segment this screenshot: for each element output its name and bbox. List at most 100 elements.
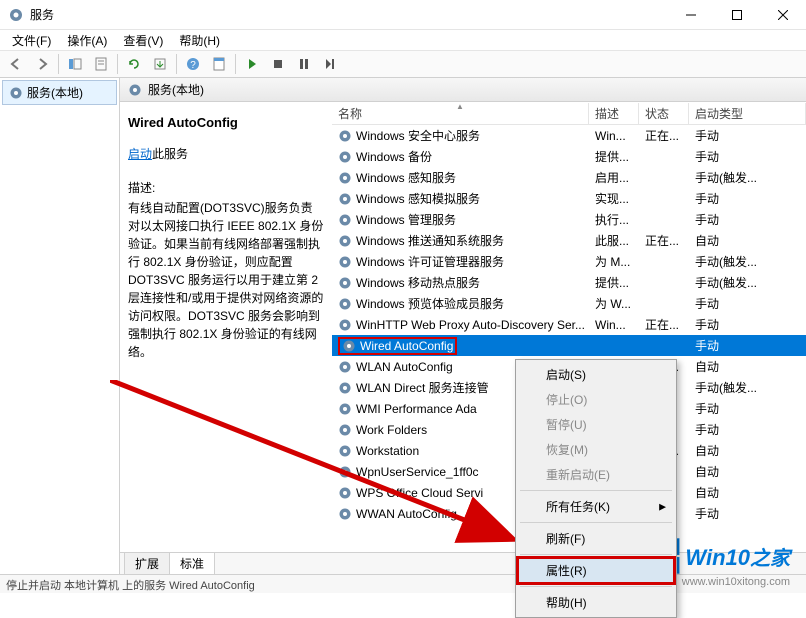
maximize-button[interactable] [714, 0, 760, 29]
forward-button[interactable] [30, 53, 54, 75]
service-icon [338, 423, 352, 437]
properties-button[interactable] [89, 53, 113, 75]
service-name: Work Folders [356, 423, 427, 437]
tree-root-item[interactable]: 服务(本地) [2, 80, 117, 105]
service-type: 手动 [689, 190, 806, 207]
menu-action[interactable]: 操作(A) [59, 30, 115, 51]
service-row[interactable]: Windows 备份提供...手动 [332, 146, 806, 167]
help-button[interactable]: ? [181, 53, 205, 75]
service-name: WLAN Direct 服务连接管 [356, 379, 489, 396]
service-type: 自动 [689, 358, 806, 375]
service-status: 正在... [639, 127, 689, 144]
service-name: Windows 感知服务 [356, 169, 456, 186]
service-desc: 为 M... [589, 253, 639, 270]
service-row[interactable]: Windows 感知模拟服务实现...手动 [332, 188, 806, 209]
service-desc: 为 W... [589, 295, 639, 312]
col-name[interactable]: 名称▲ [332, 103, 589, 124]
service-type: 手动(触发... [689, 379, 806, 396]
service-icon [338, 171, 352, 185]
service-row[interactable]: Windows 安全中心服务Win...正在...手动 [332, 125, 806, 146]
service-row[interactable]: Wired AutoConfig手动 [332, 335, 806, 356]
menu-resume: 恢复(M) [518, 437, 674, 462]
menu-view[interactable]: 查看(V) [115, 30, 171, 51]
service-desc: 提供... [589, 274, 639, 291]
service-name: Windows 感知模拟服务 [356, 190, 480, 207]
menu-all-tasks[interactable]: 所有任务(K)▶ [518, 494, 674, 519]
sort-ascending-icon: ▲ [456, 102, 464, 111]
service-name: Windows 管理服务 [356, 211, 456, 228]
service-name: WpnUserService_1ff0c [356, 465, 479, 479]
restart-service-button[interactable] [318, 53, 342, 75]
stop-service-button[interactable] [266, 53, 290, 75]
service-desc: 启用... [589, 169, 639, 186]
service-row[interactable]: Windows 管理服务 执行... 手动 [332, 209, 806, 230]
service-type: 手动 [689, 421, 806, 438]
service-row[interactable]: Windows 感知服务启用...手动(触发... [332, 167, 806, 188]
service-icon [338, 360, 352, 374]
service-row[interactable]: Windows 许可证管理器服务为 M...手动(触发... [332, 251, 806, 272]
menu-file[interactable]: 文件(F) [4, 30, 59, 51]
service-icon [338, 465, 352, 479]
service-icon [338, 381, 352, 395]
service-name: Windows 备份 [356, 148, 432, 165]
tab-extended[interactable]: 扩展 [124, 552, 170, 574]
service-icon [338, 255, 352, 269]
start-service-link[interactable]: 启动 [128, 147, 152, 161]
service-row[interactable]: Windows 预览体验成员服务 为 W... 手动 [332, 293, 806, 314]
service-type: 手动 [689, 295, 806, 312]
watermark-prefix: Win10 [685, 545, 750, 571]
service-status: 正在... [639, 232, 689, 249]
service-name: WWAN AutoConfig [356, 507, 457, 521]
prop-sheet-button[interactable] [207, 53, 231, 75]
context-menu: 启动(S) 停止(O) 暂停(U) 恢复(M) 重新启动(E) 所有任务(K)▶… [515, 359, 677, 618]
services-icon [128, 83, 142, 97]
service-status: 正在... [639, 316, 689, 333]
services-icon [9, 86, 23, 100]
service-icon [338, 129, 352, 143]
service-icon [338, 192, 352, 206]
service-row[interactable]: WinHTTP Web Proxy Auto-Discovery Ser...W… [332, 314, 806, 335]
panel-header: 服务(本地) [120, 78, 806, 102]
col-description[interactable]: 描述 [589, 103, 639, 124]
submenu-arrow-icon: ▶ [659, 501, 666, 512]
start-service-button[interactable] [240, 53, 264, 75]
close-button[interactable] [760, 0, 806, 29]
tab-standard[interactable]: 标准 [169, 552, 215, 574]
description-text: 有线自动配置(DOT3SVC)服务负责对以太网接口执行 IEEE 802.1X … [128, 199, 324, 361]
pause-service-button[interactable] [292, 53, 316, 75]
service-type: 手动 [689, 211, 806, 228]
service-type: 自动 [689, 484, 806, 501]
service-row[interactable]: Windows 移动热点服务提供...手动(触发... [332, 272, 806, 293]
service-row[interactable]: Windows 推送通知系统服务此服...正在...自动 [332, 230, 806, 251]
menu-properties[interactable]: 属性(R) [518, 558, 674, 583]
toolbar: ? [0, 50, 806, 78]
menu-start[interactable]: 启动(S) [518, 362, 674, 387]
service-type: 手动 [689, 400, 806, 417]
service-icon [338, 150, 352, 164]
description-label: 描述: [128, 179, 324, 197]
service-icon [338, 234, 352, 248]
refresh-button[interactable] [122, 53, 146, 75]
col-status[interactable]: 状态 [639, 103, 689, 124]
show-hide-tree-button[interactable] [63, 53, 87, 75]
service-type: 手动 [689, 127, 806, 144]
title-bar: 服务 [0, 0, 806, 30]
panel-header-label: 服务(本地) [148, 81, 204, 98]
back-button[interactable] [4, 53, 28, 75]
menu-help[interactable]: 帮助(H) [171, 30, 228, 51]
window-title: 服务 [30, 6, 668, 23]
service-icon [338, 276, 352, 290]
export-list-button[interactable] [148, 53, 172, 75]
service-icon [338, 402, 352, 416]
menu-help[interactable]: 帮助(H) [518, 590, 674, 615]
service-name: Windows 预览体验成员服务 [356, 295, 504, 312]
service-desc: 执行... [589, 211, 639, 228]
service-name: Windows 移动热点服务 [356, 274, 480, 291]
service-type: 自动 [689, 463, 806, 480]
description-panel: Wired AutoConfig 启动此服务 描述: 有线自动配置(DOT3SV… [120, 103, 332, 552]
service-type: 手动 [689, 148, 806, 165]
minimize-button[interactable] [668, 0, 714, 29]
menu-refresh[interactable]: 刷新(F) [518, 526, 674, 551]
col-startup-type[interactable]: 启动类型 [689, 103, 806, 124]
service-type: 自动 [689, 232, 806, 249]
